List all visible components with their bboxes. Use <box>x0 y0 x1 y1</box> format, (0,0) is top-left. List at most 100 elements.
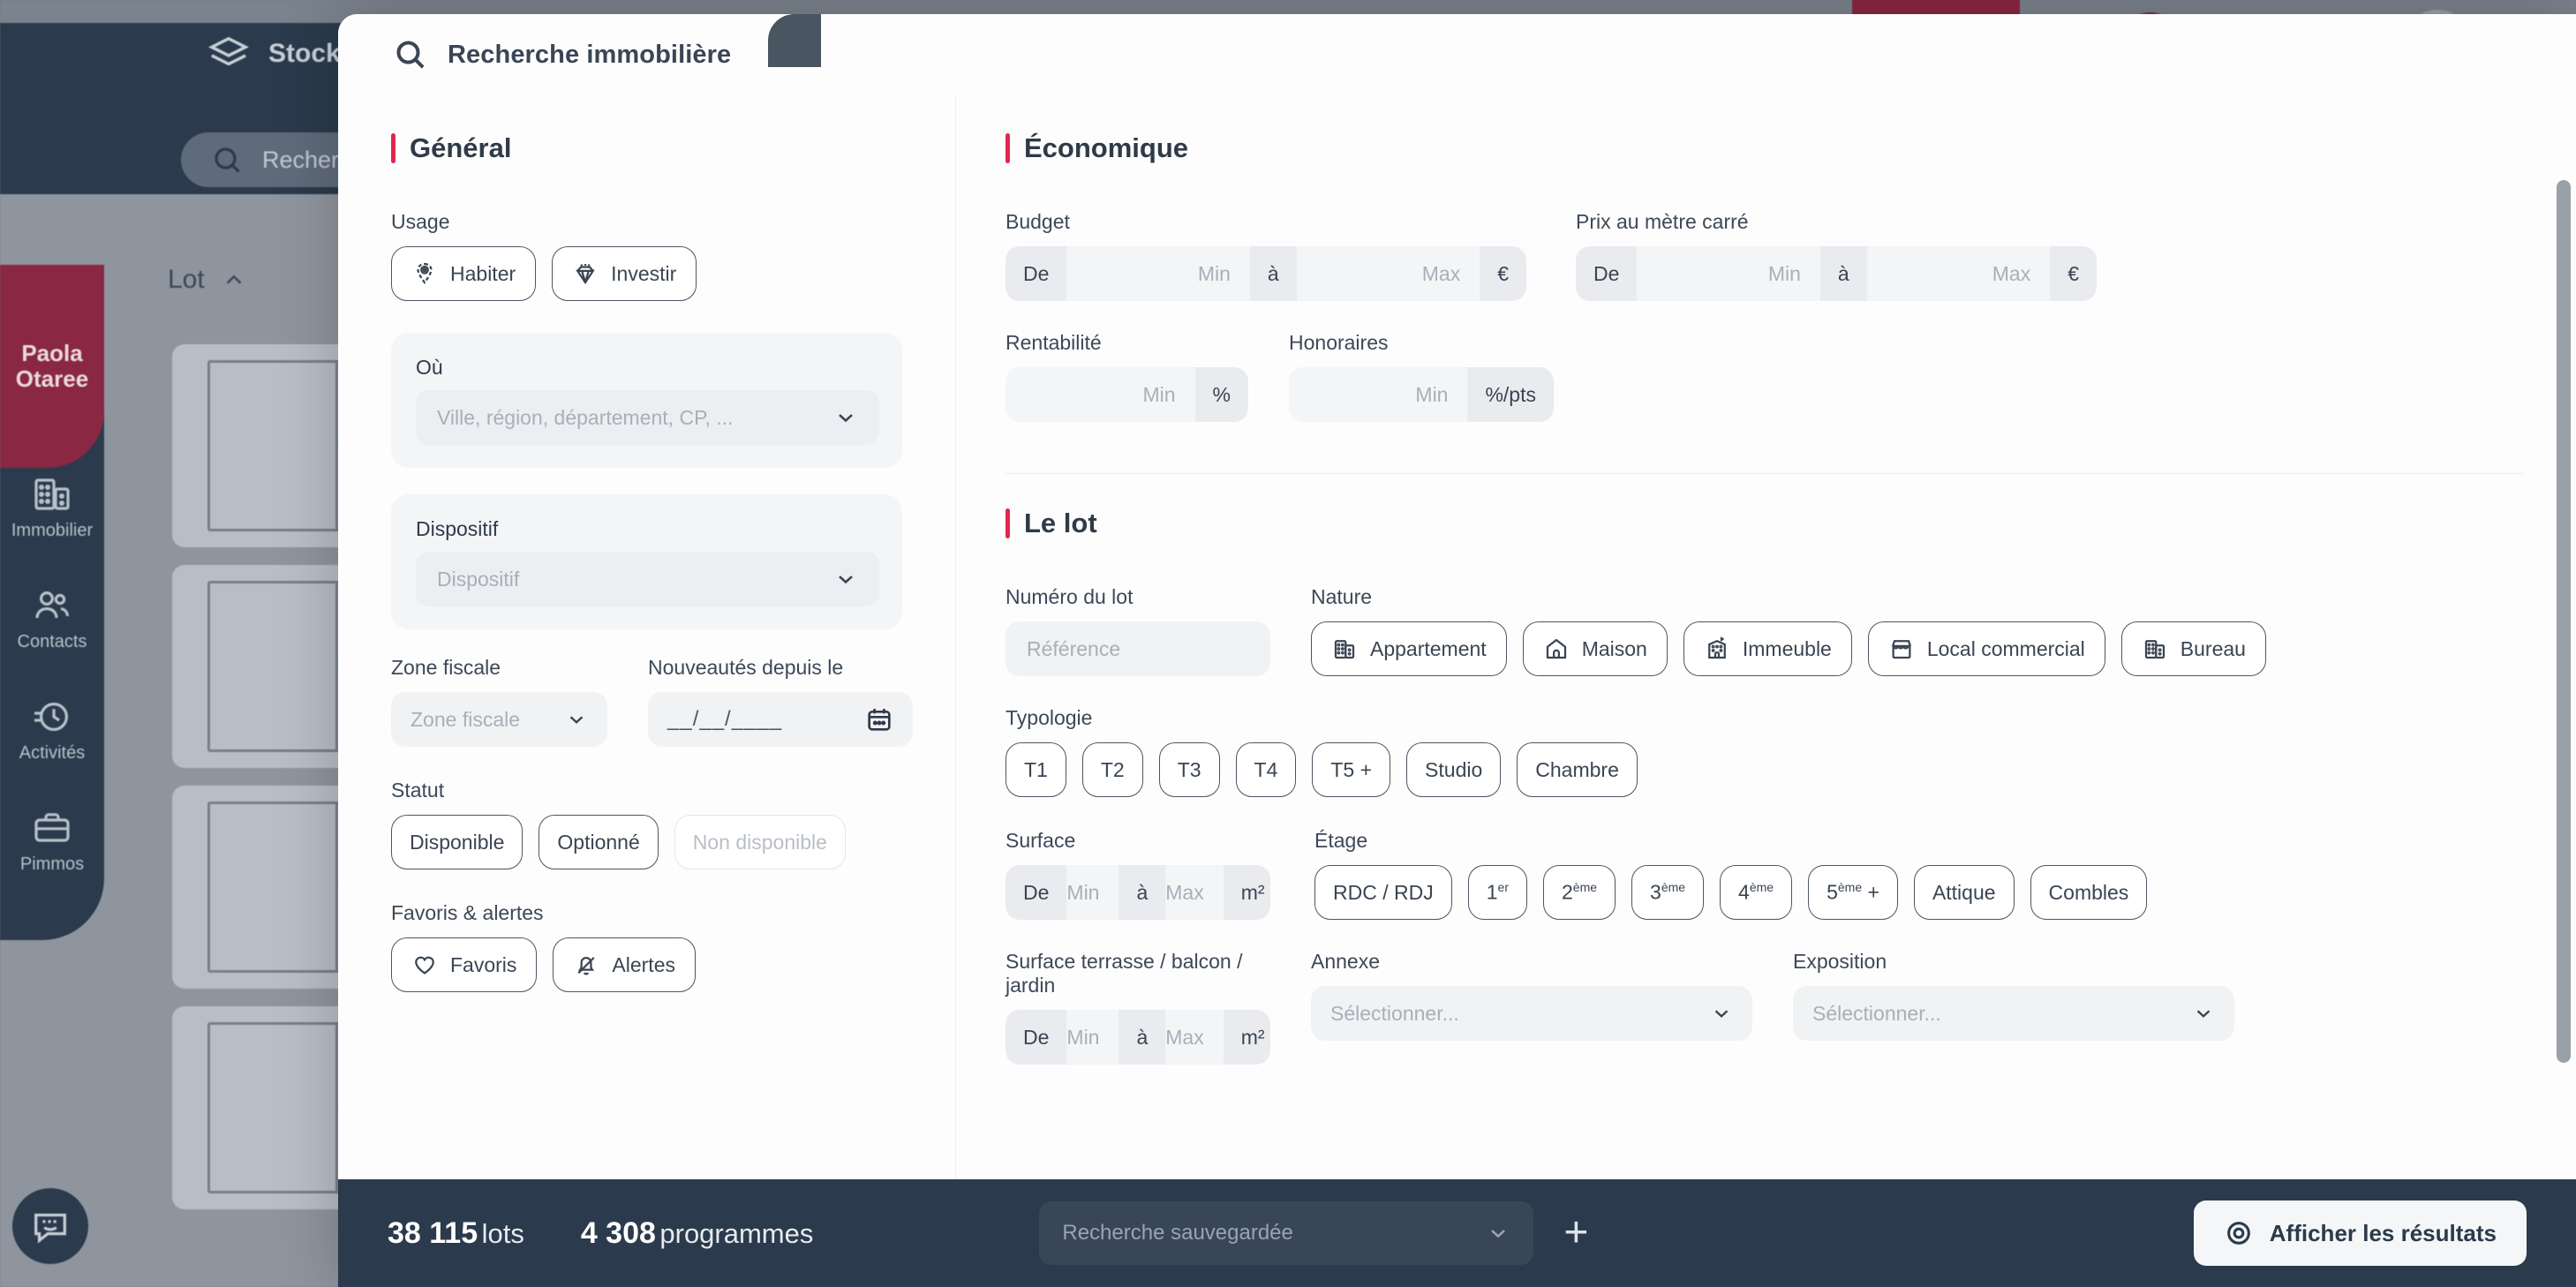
surface-terrasse-range[interactable]: De Min à Max m² <box>1006 1010 1270 1065</box>
typologie-option-label: T1 <box>1024 757 1048 781</box>
rentabilite-range[interactable]: Min % <box>1006 367 1248 422</box>
etage-options: RDC / RDJ 1er 2ème 3ème 4ème 5ème + Atti… <box>1314 865 2148 920</box>
surface-terrasse-min-input[interactable]: Min <box>1066 1010 1119 1065</box>
prix-m2-label: Prix au mètre carré <box>1576 210 1749 233</box>
prix-m2-min-input[interactable]: Min <box>1637 246 1820 301</box>
statut-option-label: Optionné <box>557 830 640 854</box>
etage-option-4eme[interactable]: 4ème <box>1720 865 1793 920</box>
favoris-options: Favoris Alertes <box>391 937 902 992</box>
nature-option-label: Local commercial <box>1926 636 2085 660</box>
statut-option-non-disponible: Non disponible <box>674 815 846 869</box>
sidebar-item-activites[interactable]: Activités <box>0 696 104 764</box>
typologie-option-t5plus[interactable]: T5 + <box>1312 742 1391 797</box>
honoraires-range[interactable]: Min %/pts <box>1289 367 1554 422</box>
nature-option-label: Bureau <box>2180 636 2246 660</box>
statut-option-optionne[interactable]: Optionné <box>539 815 659 869</box>
prix-m2-group: Prix au mètre carré De Min à Max € <box>1576 210 2097 301</box>
budget-range[interactable]: De Min à Max € <box>1006 246 1526 301</box>
programmes-count-value: 4 308 <box>580 1216 656 1250</box>
budget-label: Budget <box>1006 210 1070 233</box>
sidebar-item-immobilier[interactable]: Immobilier <box>0 473 104 541</box>
usage-options: Habiter Investir <box>391 246 902 301</box>
show-results-button[interactable]: Afficher les résultats <box>2193 1200 2527 1266</box>
lots-count-value: 38 115 <box>388 1216 478 1250</box>
typologie-option-t3[interactable]: T3 <box>1158 742 1220 797</box>
chat-icon <box>34 1213 66 1244</box>
exposition-select[interactable]: Sélectionner... <box>1793 986 2234 1041</box>
etage-option-1er[interactable]: 1er <box>1467 865 1527 920</box>
exposition-group: Exposition Sélectionner... <box>1793 950 2234 1041</box>
vertical-scrollbar[interactable] <box>2557 180 2571 1063</box>
numero-lot-input[interactable]: Référence <box>1006 621 1270 676</box>
prix-m2-range[interactable]: De Min à Max € <box>1576 246 2097 301</box>
surface-min-input[interactable]: Min <box>1066 865 1119 920</box>
etage-option-label: RDC / RDJ <box>1333 880 1434 904</box>
typologie-option-chambre[interactable]: Chambre <box>1517 742 1638 797</box>
section-accent-bar <box>1006 508 1010 538</box>
nature-label: Nature <box>1311 585 1373 608</box>
column-header-lot[interactable]: Lot <box>168 265 247 295</box>
nature-option-appartement[interactable]: Appartement <box>1311 621 1507 676</box>
dispositif-select[interactable]: Dispositif <box>416 552 879 606</box>
favoris-option-alertes[interactable]: Alertes <box>553 937 696 992</box>
programmes-count: 4 308 programmes <box>581 1216 814 1251</box>
etage-option-label: 1er <box>1486 880 1509 904</box>
favoris-label: Favoris & alertes <box>391 901 544 924</box>
ou-select[interactable]: Ville, région, département, CP, ... <box>416 390 879 445</box>
user-name-line1: Paola <box>21 339 83 366</box>
surface-terrasse-unit: m² <box>1223 1010 1270 1065</box>
surface-to-label: à <box>1119 865 1166 920</box>
surface-terrasse-to-label: à <box>1119 1010 1166 1065</box>
etage-option-rdc[interactable]: RDC / RDJ <box>1314 865 1452 920</box>
rentabilite-group: Rentabilité Min % <box>1006 331 1248 422</box>
favoris-option-favoris[interactable]: Favoris <box>391 937 538 992</box>
nature-option-immeuble[interactable]: Immeuble <box>1683 621 1852 676</box>
budget-max-input[interactable]: Max <box>1296 246 1480 301</box>
saved-search-select[interactable]: Recherche sauvegardée <box>1039 1201 1534 1265</box>
etage-option-5eme-plus[interactable]: 5ème + <box>1808 865 1898 920</box>
etage-option-attique[interactable]: Attique <box>1913 865 2015 920</box>
nature-option-bureau[interactable]: Bureau <box>2120 621 2266 676</box>
tab-stock[interactable]: Stock <box>208 34 341 74</box>
user-badge[interactable]: Paola Otaree <box>0 265 104 468</box>
surface-from-label: De <box>1006 865 1067 920</box>
usage-option-habiter[interactable]: Habiter <box>391 246 537 301</box>
nouveautes-date-value: __/__/____ <box>667 707 783 731</box>
prix-m2-max-input[interactable]: Max <box>1866 246 2051 301</box>
surface-terrasse-max-input[interactable]: Max <box>1165 1010 1224 1065</box>
etage-option-combles[interactable]: Combles <box>2030 865 2148 920</box>
surface-range[interactable]: De Min à Max m² <box>1006 865 1270 920</box>
building-icon <box>34 478 70 510</box>
modal-title: Recherche immobilière <box>448 40 732 69</box>
chat-button[interactable] <box>12 1188 88 1264</box>
zone-fiscale-select[interactable]: Zone fiscale <box>391 692 607 747</box>
usage-option-investir[interactable]: Investir <box>552 246 697 301</box>
sidebar-item-contacts[interactable]: Contacts <box>0 584 104 652</box>
chevron-down-icon <box>2196 1010 2211 1018</box>
favoris-option-label: Alertes <box>612 952 675 976</box>
etage-group: Étage RDC / RDJ 1er 2ème 3ème 4ème 5ème … <box>1314 829 2148 920</box>
typologie-option-studio[interactable]: Studio <box>1406 742 1502 797</box>
surface-max-input[interactable]: Max <box>1165 865 1224 920</box>
programmes-count-unit: programmes <box>659 1217 814 1249</box>
nature-option-local-commercial[interactable]: Local commercial <box>1867 621 2105 676</box>
diamond-icon <box>576 264 596 285</box>
typologie-option-t4[interactable]: T4 <box>1235 742 1297 797</box>
nature-option-maison[interactable]: Maison <box>1522 621 1668 676</box>
etage-option-3eme[interactable]: 3ème <box>1631 865 1705 920</box>
scroll-fade <box>956 1065 2576 1179</box>
honoraires-min-input[interactable]: Min <box>1289 367 1468 422</box>
etage-option-2eme[interactable]: 2ème <box>1542 865 1616 920</box>
statut-option-disponible[interactable]: Disponible <box>391 815 523 869</box>
surface-terrasse-label: Surface terrasse / balcon / jardin <box>1006 950 1243 997</box>
typologie-option-t1[interactable]: T1 <box>1006 742 1066 797</box>
typologie-option-t2[interactable]: T2 <box>1081 742 1143 797</box>
budget-min-input[interactable]: Min <box>1066 246 1250 301</box>
sidebar-item-pimmos[interactable]: Pimmos <box>0 807 104 875</box>
typologie-option-label: Chambre <box>1535 757 1619 781</box>
numero-lot-placeholder: Référence <box>1027 636 1121 660</box>
nouveautes-date-input[interactable]: __/__/____ <box>648 692 913 747</box>
rentabilite-min-input[interactable]: Min <box>1006 367 1195 422</box>
zone-fiscale-label: Zone fiscale <box>391 656 501 679</box>
annexe-select[interactable]: Sélectionner... <box>1311 986 1752 1041</box>
